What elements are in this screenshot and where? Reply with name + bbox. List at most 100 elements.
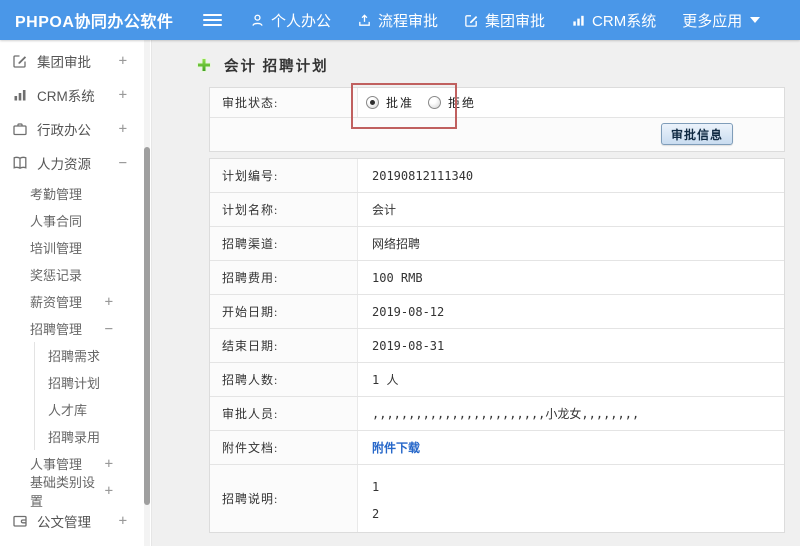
sidebar-item-rewards[interactable]: 奖惩记录: [0, 261, 151, 288]
expand-toggle[interactable]: +: [105, 294, 113, 310]
edit-square-icon: [12, 53, 28, 69]
hamburger-menu-icon[interactable]: [203, 11, 223, 29]
top-nav: 个人办公 流程审批 集团审批 CRM系统 更多应用: [250, 10, 786, 31]
expand-toggle[interactable]: +: [119, 513, 127, 529]
table-row: 附件文档: 附件下载: [210, 431, 784, 465]
row-label: 招聘渠道:: [210, 227, 358, 260]
table-row: 招聘人数: 1 人: [210, 363, 784, 397]
sidebar-item-label: 人事合同: [30, 214, 83, 229]
expand-toggle[interactable]: +: [119, 121, 127, 137]
attachment-download-link[interactable]: 附件下载: [372, 439, 420, 456]
add-plus-icon[interactable]: [196, 57, 212, 73]
sidebar-item-recruit-hiring[interactable]: 招聘录用: [34, 423, 151, 450]
sidebar-item-admin-office[interactable]: 行政办公 +: [0, 112, 151, 146]
expand-toggle[interactable]: +: [119, 53, 127, 69]
sidebar-item-label: 行政办公: [37, 123, 91, 138]
sidebar-item-label: 培训管理: [30, 241, 83, 256]
approval-button-bar: 审批信息: [210, 118, 784, 151]
approval-status-row: 审批状态: 批准 拒绝: [210, 88, 784, 118]
sidebar-item-hr-contract[interactable]: 人事合同: [0, 207, 151, 234]
briefcase-icon: [12, 121, 28, 137]
nav-personal-office[interactable]: 个人办公: [250, 10, 331, 31]
table-row: 计划编号: 20190812111340: [210, 159, 784, 193]
sidebar-item-talent-pool[interactable]: 人才库: [34, 396, 151, 423]
reject-radio[interactable]: [428, 96, 442, 109]
reject-radio-label: 拒绝: [448, 96, 477, 110]
row-value: 1 人: [372, 373, 399, 387]
row-label: 审批人员:: [210, 397, 358, 430]
sidebar-item-label: 奖惩记录: [30, 268, 83, 283]
wallet-icon: [12, 513, 28, 529]
nav-crm-system[interactable]: CRM系统: [571, 10, 656, 31]
sidebar-item-recruit-demand[interactable]: 招聘需求: [34, 342, 151, 369]
sidebar-item-label: 人事管理: [30, 457, 83, 472]
table-row: 审批人员: ,,,,,,,,,,,,,,,,,,,,,,,,小龙女,,,,,,,…: [210, 397, 784, 431]
plan-details-table: 计划编号: 20190812111340 计划名称: 会计 招聘渠道: 网络招聘…: [209, 158, 785, 533]
nav-label: 流程审批: [378, 12, 439, 30]
book-icon: [12, 155, 28, 171]
table-row: 开始日期: 2019-08-12: [210, 295, 784, 329]
row-value: 2019-08-31: [372, 338, 445, 353]
page-title: 会计 招聘计划: [224, 58, 329, 75]
expand-toggle[interactable]: +: [119, 87, 127, 103]
chevron-down-icon: [750, 17, 761, 23]
nav-label: CRM系统: [592, 12, 657, 30]
breadcrumb: 会计 招聘计划: [196, 55, 800, 75]
row-value: 20190812111340: [372, 168, 474, 183]
collapse-toggle[interactable]: −: [105, 321, 113, 337]
expand-toggle[interactable]: +: [105, 456, 113, 472]
table-row: 招聘费用: 100 RMB: [210, 261, 784, 295]
row-label: 附件文档:: [210, 431, 358, 464]
sidebar-scrollbar-thumb[interactable]: [144, 147, 150, 505]
nav-more-apps[interactable]: 更多应用: [682, 10, 761, 31]
row-label: 开始日期:: [210, 295, 358, 328]
table-row: 计划名称: 会计: [210, 193, 784, 227]
table-row: 招聘说明: 1 2: [210, 465, 784, 532]
person-icon: [250, 13, 265, 28]
upload-icon: [357, 13, 372, 28]
sidebar-item-label: 招聘计划: [48, 376, 101, 391]
sidebar-item-group-approval[interactable]: 集团审批 +: [0, 44, 151, 78]
sidebar-item-label: 招聘需求: [48, 349, 101, 364]
sidebar-item-label: 招聘管理: [30, 322, 83, 337]
row-label: 计划编号:: [210, 159, 358, 192]
sidebar: 集团审批 + CRM系统 + 行政办公 + 人力资源 − 考勤管理 人事合同 培…: [0, 40, 152, 546]
row-label: 计划名称:: [210, 193, 358, 226]
sidebar-item-recruit-plan[interactable]: 招聘计划: [34, 369, 151, 396]
sidebar-item-label: 集团审批: [37, 55, 91, 70]
collapse-toggle[interactable]: −: [119, 155, 127, 171]
approval-status-options: 批准 拒绝: [358, 88, 784, 117]
table-row: 招聘渠道: 网络招聘: [210, 227, 784, 261]
sidebar-item-recruitment[interactable]: 招聘管理 −: [0, 315, 151, 342]
sidebar-item-vehicle[interactable]: 用车管理 +: [0, 538, 151, 546]
bar-chart-icon: [12, 87, 28, 103]
nav-label: 个人办公: [271, 12, 332, 30]
row-value: 会计: [372, 203, 397, 217]
nav-group-approval[interactable]: 集团审批: [464, 10, 545, 31]
bar-chart-icon: [571, 13, 586, 28]
sidebar-item-label: 公文管理: [37, 515, 91, 530]
sidebar-item-label: CRM系统: [37, 89, 95, 104]
row-label: 招聘人数:: [210, 363, 358, 396]
sidebar-item-attendance[interactable]: 考勤管理: [0, 180, 151, 207]
nav-label: 集团审批: [485, 12, 546, 30]
sidebar-item-salary[interactable]: 薪资管理 +: [0, 288, 151, 315]
sidebar-item-label: 薪资管理: [30, 295, 83, 310]
nav-label: 更多应用: [682, 12, 743, 30]
nav-workflow-approval[interactable]: 流程审批: [357, 10, 438, 31]
sidebar-item-base-category[interactable]: 基础类别设置 +: [0, 475, 151, 509]
expand-toggle[interactable]: +: [105, 483, 113, 499]
row-value-description: 1 2: [372, 480, 380, 521]
approval-status-label: 审批状态:: [210, 88, 358, 117]
sidebar-item-label: 基础类别设置: [30, 474, 96, 509]
sidebar-item-crm-system[interactable]: CRM系统 +: [0, 78, 151, 112]
top-header: PHPOA协同办公软件 个人办公 流程审批 集团审批 CRM系统 更多应用: [0, 0, 800, 40]
approve-radio[interactable]: [366, 96, 379, 109]
approval-info-button[interactable]: 审批信息: [660, 123, 733, 145]
row-value: 网络招聘: [372, 237, 421, 251]
row-label: 招聘说明:: [210, 465, 358, 532]
sidebar-item-human-resources[interactable]: 人力资源 −: [0, 146, 151, 180]
row-value-approvers: ,,,,,,,,,,,,,,,,,,,,,,,,小龙女,,,,,,,,: [372, 407, 640, 421]
sidebar-item-training[interactable]: 培训管理: [0, 234, 151, 261]
row-label: 招聘费用:: [210, 261, 358, 294]
